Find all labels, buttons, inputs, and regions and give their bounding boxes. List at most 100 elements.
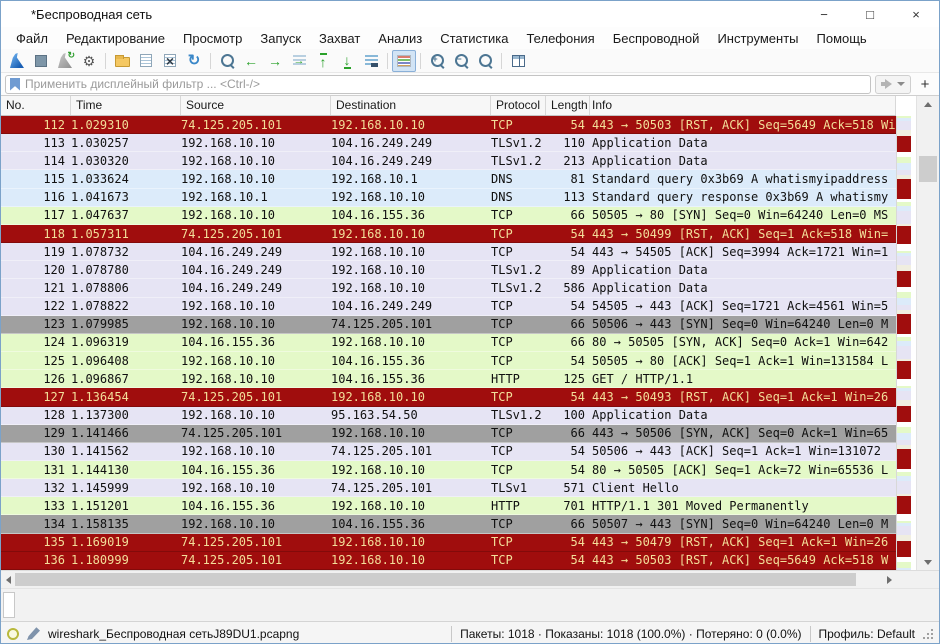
- menu-item-9[interactable]: Инструменты: [708, 31, 807, 46]
- packet-row[interactable]: 1331.151201104.16.155.36192.168.10.10HTT…: [1, 497, 896, 515]
- cell-protocol: TCP: [491, 317, 546, 331]
- packet-row[interactable]: 1201.078780104.16.249.249192.168.10.10TL…: [1, 261, 896, 279]
- packet-row[interactable]: 1161.041673192.168.10.1192.168.10.10DNS1…: [1, 189, 896, 207]
- resize-grip[interactable]: [923, 629, 933, 639]
- find-packet-icon[interactable]: [215, 50, 239, 72]
- previous-packet-icon[interactable]: ←: [239, 50, 263, 72]
- cell-length: 54: [546, 118, 590, 132]
- next-packet-icon[interactable]: →: [263, 50, 287, 72]
- menu-item-3[interactable]: Запуск: [251, 31, 310, 46]
- column-header-destination[interactable]: Destination: [331, 96, 491, 115]
- cell-destination: 104.16.155.36: [331, 354, 491, 368]
- packet-row[interactable]: 1191.078732104.16.249.249192.168.10.10TC…: [1, 243, 896, 261]
- cell-time: 1.078780: [71, 263, 181, 277]
- cell-no: 132: [1, 481, 71, 495]
- capture-comment-icon[interactable]: [27, 627, 40, 640]
- packet-row[interactable]: 1141.030320192.168.10.10104.16.249.249TL…: [1, 152, 896, 170]
- zoom-out-icon[interactable]: −: [449, 50, 473, 72]
- column-header-protocol[interactable]: Protocol: [491, 96, 546, 115]
- cell-time: 1.047637: [71, 208, 181, 222]
- capture-options-icon[interactable]: ⚙: [77, 50, 101, 72]
- column-header-info[interactable]: Info: [590, 96, 896, 115]
- resize-columns-icon[interactable]: [506, 50, 530, 72]
- menu-item-5[interactable]: Анализ: [369, 31, 431, 46]
- menu-item-10[interactable]: Помощь: [808, 31, 876, 46]
- packet-row[interactable]: 1311.144130104.16.155.36192.168.10.10TCP…: [1, 461, 896, 479]
- packet-row[interactable]: 1151.033624192.168.10.10192.168.10.1DNS8…: [1, 170, 896, 188]
- packet-row[interactable]: 1131.030257192.168.10.10104.16.249.249TL…: [1, 134, 896, 152]
- profile-label[interactable]: Профиль: Default: [819, 627, 916, 641]
- packet-row[interactable]: 1231.079985192.168.10.1074.125.205.101TC…: [1, 316, 896, 334]
- open-file-icon[interactable]: [110, 50, 134, 72]
- column-header-time[interactable]: Time: [71, 96, 181, 115]
- minimize-button[interactable]: −: [801, 1, 847, 27]
- packet-row[interactable]: 1251.096408192.168.10.10104.16.155.36TCP…: [1, 352, 896, 370]
- cell-protocol: TCP: [491, 245, 546, 259]
- display-filter-field[interactable]: [5, 75, 871, 94]
- horizontal-scrollbar-thumb[interactable]: [15, 573, 856, 586]
- zoom-original-icon[interactable]: [473, 50, 497, 72]
- apply-filter-button[interactable]: [875, 75, 911, 94]
- expert-info-icon[interactable]: [7, 628, 19, 640]
- menu-item-2[interactable]: Просмотр: [174, 31, 251, 46]
- menu-item-0[interactable]: Файл: [7, 31, 57, 46]
- go-to-packet-icon[interactable]: →: [287, 50, 311, 72]
- maximize-button[interactable]: □: [847, 1, 893, 27]
- packet-row[interactable]: 1221.078822192.168.10.10104.16.249.249TC…: [1, 298, 896, 316]
- cell-no: 129: [1, 426, 71, 440]
- column-header-source[interactable]: Source: [181, 96, 331, 115]
- vertical-scrollbar-thumb[interactable]: [919, 156, 937, 182]
- menu-item-1[interactable]: Редактирование: [57, 31, 174, 46]
- close-button[interactable]: ×: [893, 1, 939, 27]
- packet-row[interactable]: 1361.18099974.125.205.101192.168.10.10TC…: [1, 552, 896, 570]
- start-capture-icon[interactable]: [5, 50, 29, 72]
- packet-row[interactable]: 1271.13645474.125.205.101192.168.10.10TC…: [1, 388, 896, 406]
- packet-row[interactable]: 1211.078806104.16.249.249192.168.10.10TL…: [1, 279, 896, 297]
- column-header-no[interactable]: No.: [1, 96, 71, 115]
- packet-row[interactable]: 1281.137300192.168.10.1095.163.54.50TLSv…: [1, 407, 896, 425]
- minimap-stripe: [897, 460, 911, 467]
- auto-scroll-icon[interactable]: [359, 50, 383, 72]
- packet-list-rows: 1121.02931074.125.205.101192.168.10.10TC…: [1, 116, 896, 570]
- last-packet-icon[interactable]: ↓: [335, 50, 359, 72]
- packet-row[interactable]: 1181.05731174.125.205.101192.168.10.10TC…: [1, 225, 896, 243]
- reload-file-icon[interactable]: ↻: [182, 50, 206, 72]
- close-file-icon[interactable]: ×: [158, 50, 182, 72]
- save-file-icon[interactable]: [134, 50, 158, 72]
- intelligent-scrollbar-minimap[interactable]: [896, 116, 916, 570]
- packet-row[interactable]: 1351.16901974.125.205.101192.168.10.10TC…: [1, 534, 896, 552]
- cell-source: 192.168.10.10: [181, 136, 331, 150]
- scroll-up-icon[interactable]: [917, 96, 939, 112]
- packet-row[interactable]: 1261.096867192.168.10.10104.16.155.36HTT…: [1, 370, 896, 388]
- stop-capture-icon[interactable]: [29, 50, 53, 72]
- packet-row[interactable]: 1241.096319104.16.155.36192.168.10.10TCP…: [1, 334, 896, 352]
- menu-item-6[interactable]: Статистика: [431, 31, 517, 46]
- add-filter-button[interactable]: +: [915, 75, 935, 94]
- packet-row[interactable]: 1291.14146674.125.205.101192.168.10.10TC…: [1, 425, 896, 443]
- vertical-scrollbar[interactable]: [916, 96, 939, 570]
- packet-row[interactable]: 1321.145999192.168.10.1074.125.205.101TL…: [1, 479, 896, 497]
- zoom-in-icon[interactable]: +: [425, 50, 449, 72]
- horizontal-scrollbar[interactable]: [1, 571, 896, 588]
- menu-item-7[interactable]: Телефония: [517, 31, 603, 46]
- packet-row[interactable]: 1301.141562192.168.10.1074.125.205.101TC…: [1, 443, 896, 461]
- display-filter-input[interactable]: [25, 77, 866, 91]
- packet-row[interactable]: 1171.047637192.168.10.10104.16.155.36TCP…: [1, 207, 896, 225]
- colorize-icon[interactable]: [392, 50, 416, 72]
- scroll-left-icon[interactable]: [1, 571, 15, 588]
- menu-item-8[interactable]: Беспроводной: [604, 31, 709, 46]
- scroll-down-icon[interactable]: [917, 554, 939, 570]
- cell-destination: 104.16.249.249: [331, 299, 491, 313]
- cell-destination: 192.168.10.10: [331, 227, 491, 241]
- cell-info: 443 → 50479 [RST, ACK] Seq=1 Ack=1 Win=2…: [590, 535, 896, 549]
- column-header-length[interactable]: Length: [546, 96, 590, 115]
- menu-item-4[interactable]: Захват: [310, 31, 369, 46]
- cell-source: 74.125.205.101: [181, 553, 331, 567]
- restart-capture-icon[interactable]: ↻: [53, 50, 77, 72]
- scroll-right-icon[interactable]: [882, 571, 896, 588]
- chevron-down-icon[interactable]: [897, 82, 905, 86]
- filter-bookmark-icon[interactable]: [10, 78, 20, 91]
- packet-row[interactable]: 1341.158135192.168.10.10104.16.155.36TCP…: [1, 515, 896, 533]
- first-packet-icon[interactable]: ↑: [311, 50, 335, 72]
- packet-row[interactable]: 1121.02931074.125.205.101192.168.10.10TC…: [1, 116, 896, 134]
